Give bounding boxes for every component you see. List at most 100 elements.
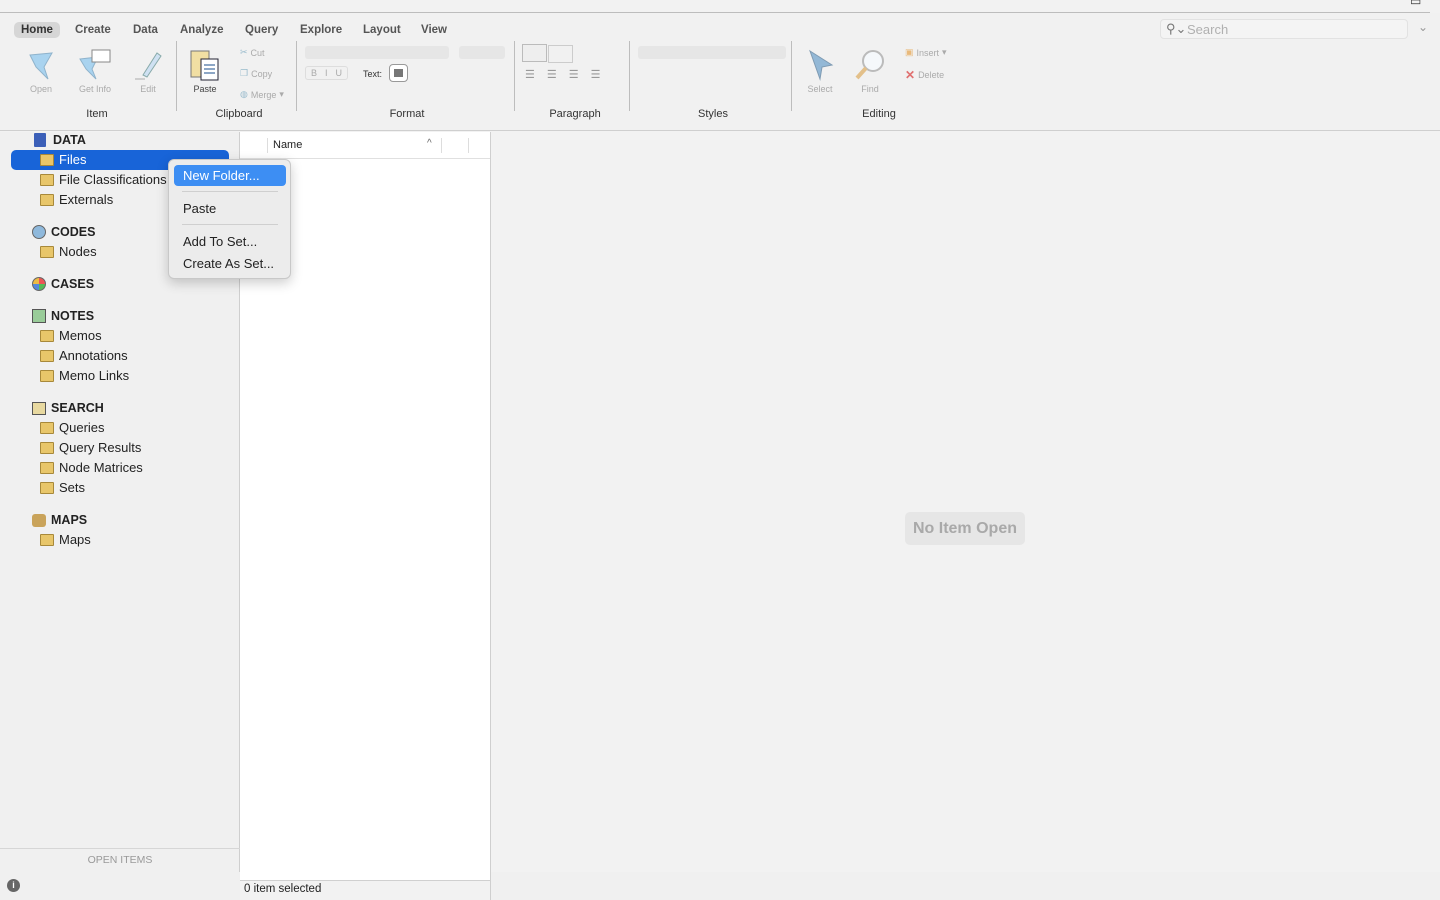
divider [629, 41, 630, 111]
find-button[interactable]: Find [846, 46, 894, 94]
group-label-paragraph: Paragraph [549, 108, 601, 120]
tab-explore[interactable]: Explore [293, 22, 349, 38]
section-search[interactable]: SEARCH [32, 401, 104, 415]
section-cases[interactable]: CASES [32, 277, 94, 291]
get-info-icon [71, 46, 119, 84]
clipboard-icon [181, 46, 229, 84]
sidebar-item-memos[interactable]: Memos [40, 328, 102, 343]
pencil-icon [124, 46, 172, 84]
justify-icon[interactable]: ☰ [591, 68, 601, 81]
open-items-toggle[interactable]: OPEN ITEMS [0, 848, 240, 872]
chevron-down-icon: ▾ [942, 47, 947, 57]
align-right-icon[interactable]: ☰ [569, 68, 579, 81]
bold-button[interactable]: B [311, 68, 317, 78]
styles-select[interactable] [638, 46, 786, 59]
cut-button[interactable]: ✂ Cut [240, 47, 265, 58]
sidebar-item-externals[interactable]: Externals [40, 192, 113, 207]
sphere-icon [32, 225, 46, 239]
italic-button[interactable]: I [325, 68, 328, 78]
decrease-indent-button[interactable] [522, 44, 547, 62]
list-status: 0 item selected [240, 880, 491, 900]
menu-item-create-as-set[interactable]: Create As Set... [174, 253, 286, 274]
sidebar-item-annotations[interactable]: Annotations [40, 348, 128, 363]
sidebar-item-query-results[interactable]: Query Results [40, 440, 141, 455]
search-icon: ⚲⌄ [1166, 21, 1187, 36]
open-button[interactable]: Open [17, 46, 65, 94]
insert-button[interactable]: ▣ Insert ▾ [905, 47, 947, 58]
section-data[interactable]: DATA [32, 133, 86, 147]
folder-icon [40, 481, 54, 494]
search-input[interactable]: ⚲⌄ Search [1160, 19, 1408, 39]
merge-icon: ◍ [240, 89, 248, 99]
group-label-format: Format [389, 108, 425, 120]
folder-icon [40, 369, 54, 382]
column-header-name[interactable]: Name [273, 139, 302, 151]
folder-icon [40, 441, 54, 454]
text-style-buttons: B I U [305, 66, 349, 80]
tab-data[interactable]: Data [126, 22, 165, 38]
no-item-open-label: No Item Open [905, 512, 1025, 545]
underline-button[interactable]: U [336, 68, 343, 78]
divider [514, 41, 515, 111]
align-left-icon[interactable]: ☰ [525, 68, 535, 81]
divider [791, 41, 792, 111]
sidebar-item-nodes[interactable]: Nodes [40, 244, 97, 259]
merge-button[interactable]: ◍ Merge ▾ [240, 89, 284, 100]
tab-home[interactable]: Home [14, 22, 60, 38]
folder-icon [40, 533, 54, 546]
maps-icon [32, 513, 46, 527]
list-header: Name ^ [240, 132, 490, 159]
folder-icon [40, 193, 54, 206]
delete-x-icon: ✕ [905, 68, 916, 82]
tab-layout[interactable]: Layout [356, 22, 408, 38]
info-icon[interactable]: i [7, 879, 20, 892]
group-label-editing: Editing [862, 108, 896, 120]
sort-ascending-icon: ^ [427, 138, 432, 149]
text-color-label: Text: [363, 69, 383, 79]
edit-button[interactable]: Edit [124, 46, 172, 94]
paste-button[interactable]: Paste [181, 46, 229, 94]
ribbon-collapse-chevron-icon[interactable]: ⌄ [1418, 20, 1428, 34]
folder-icon [40, 421, 54, 434]
sidebar-item-files[interactable]: Files [40, 152, 86, 167]
menu-item-add-to-set[interactable]: Add To Set... [174, 231, 286, 252]
menu-item-new-folder[interactable]: New Folder... [174, 165, 286, 186]
cursor-arrow-icon [796, 46, 844, 84]
sidebar-item-maps[interactable]: Maps [40, 532, 91, 547]
context-menu: New Folder... Paste Add To Set... Create… [168, 159, 291, 279]
tab-view[interactable]: View [414, 22, 454, 38]
section-codes[interactable]: CODES [32, 225, 95, 239]
font-size-select[interactable] [459, 46, 505, 59]
search-folder-icon [32, 401, 46, 415]
group-label-clipboard: Clipboard [215, 108, 263, 120]
font-family-select[interactable] [305, 46, 449, 59]
open-icon [17, 46, 65, 84]
sidebar-item-queries[interactable]: Queries [40, 420, 105, 435]
cases-icon [32, 277, 46, 291]
divider [296, 41, 297, 111]
section-notes[interactable]: NOTES [32, 309, 94, 323]
tab-query[interactable]: Query [238, 22, 285, 38]
delete-button[interactable]: ✕ Delete [905, 68, 944, 82]
menu-item-paste[interactable]: Paste [174, 198, 286, 219]
copy-button[interactable]: ❐ Copy [240, 68, 272, 79]
menu-separator [182, 191, 278, 192]
folder-icon [40, 329, 54, 342]
text-color-button[interactable] [389, 64, 408, 82]
chat-bubble-icon[interactable]: ▭ [1410, 0, 1421, 8]
book-icon [34, 133, 46, 147]
scissors-icon: ✂ [240, 47, 248, 57]
sidebar-item-memo-links[interactable]: Memo Links [40, 368, 129, 383]
magnifier-icon [846, 46, 894, 84]
sidebar-item-sets[interactable]: Sets [40, 480, 85, 495]
section-maps[interactable]: MAPS [32, 513, 87, 527]
folder-icon [40, 245, 54, 258]
get-info-button[interactable]: Get Info [71, 46, 119, 94]
select-button[interactable]: Select [796, 46, 844, 94]
sidebar-item-file-classifications[interactable]: File Classifications [40, 172, 167, 187]
sidebar-item-node-matrices[interactable]: Node Matrices [40, 460, 143, 475]
tab-create[interactable]: Create [68, 22, 118, 38]
increase-indent-button[interactable] [548, 45, 573, 63]
align-center-icon[interactable]: ☰ [547, 68, 557, 81]
tab-analyze[interactable]: Analyze [173, 22, 230, 38]
